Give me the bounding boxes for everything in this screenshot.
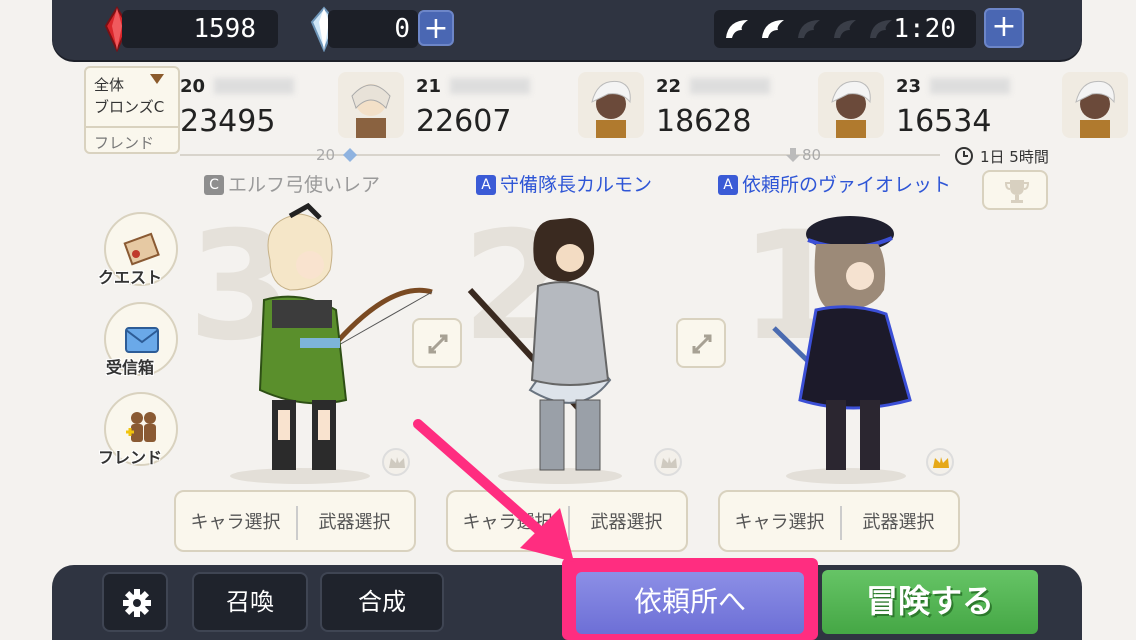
character-name-slot-2: A 守備隊長カルモン — [476, 170, 652, 197]
grade-badge: C — [204, 175, 224, 195]
gear-icon — [123, 589, 151, 617]
inbox-label: 受信箱 — [106, 358, 155, 377]
swap-arrows-icon — [428, 334, 448, 354]
rank-number: 20 — [180, 76, 206, 97]
grade-badge: A — [476, 175, 496, 195]
stage-right-label: 80 — [802, 146, 822, 164]
red-gem-counter: 1598 — [122, 10, 278, 48]
divider — [296, 506, 298, 540]
character-name: 守備隊長カルモン — [500, 174, 653, 196]
wing-stamina-icons — [726, 20, 892, 38]
ranking-entry[interactable]: 23 16534 — [896, 70, 1046, 144]
guild-button[interactable]: 依頼所へ — [576, 572, 804, 634]
dropdown-arrow-icon — [150, 74, 164, 84]
slot-1-select: キャラ選択 武器選択 — [718, 490, 960, 552]
character-guard-captain[interactable] — [460, 210, 660, 490]
character-name-slot-1: A 依頼所のヴァイオレット — [718, 170, 951, 197]
player-name-blurred — [214, 78, 294, 94]
ranking-league: ブロンズC — [94, 98, 165, 116]
crown-icon[interactable] — [382, 448, 410, 476]
player-portrait[interactable] — [338, 72, 404, 138]
ranking-entry[interactable]: 20 23495 — [180, 70, 330, 144]
chara-select-button[interactable]: キャラ選択 — [176, 508, 295, 534]
ranking-entry[interactable]: 22 18628 — [656, 70, 806, 144]
stamina-plus-button[interactable]: + — [984, 8, 1024, 48]
rank-number: 22 — [656, 76, 682, 97]
grade-badge: A — [718, 175, 738, 195]
ranking-scope: 全体 — [94, 76, 125, 94]
crystal-value: 0 — [394, 14, 410, 44]
swap-slot-2-1-button[interactable] — [676, 318, 726, 368]
player-portrait[interactable] — [818, 72, 884, 138]
stage-progress-line — [180, 154, 940, 156]
stamina-counter: 1:20 — [714, 10, 976, 48]
slot-2-select: キャラ選択 武器選択 — [446, 490, 688, 552]
summon-button[interactable]: 召喚 — [192, 572, 308, 632]
friend-label: フレンド — [98, 448, 163, 467]
divider — [568, 506, 570, 540]
crystal-plus-button[interactable]: + — [418, 10, 454, 46]
time-remaining: 1日 5時間 — [980, 148, 1049, 166]
player-name-blurred — [690, 78, 770, 94]
crystal-counter: 0 — [328, 10, 418, 48]
adventure-button[interactable]: 冒険する — [822, 570, 1038, 634]
player-name-blurred — [450, 78, 530, 94]
rank-score: 16534 — [896, 104, 992, 139]
ranking-friend-tab[interactable]: フレンド — [86, 126, 180, 154]
player-portrait[interactable] — [1062, 72, 1128, 138]
crown-icon[interactable] — [654, 448, 682, 476]
weapon-select-button[interactable]: 武器選択 — [839, 508, 958, 534]
red-gem-value: 1598 — [193, 14, 256, 44]
fusion-button[interactable]: 合成 — [320, 572, 444, 632]
settings-button[interactable] — [102, 572, 168, 632]
character-name: エルフ弓使いレア — [228, 174, 381, 196]
down-arrow-icon — [786, 148, 800, 162]
swap-arrows-icon — [692, 334, 712, 354]
trophy-icon — [1004, 180, 1030, 203]
player-name-blurred — [930, 78, 1010, 94]
character-violet[interactable] — [760, 210, 940, 490]
character-name-slot-3: C エルフ弓使いレア — [204, 170, 380, 197]
character-name: 依頼所のヴァイオレット — [742, 174, 952, 196]
swap-slot-3-2-button[interactable] — [412, 318, 462, 368]
quest-label: クエスト — [98, 268, 163, 287]
stage-marker-icon — [343, 148, 357, 162]
clock-icon — [955, 147, 973, 165]
divider — [840, 506, 842, 540]
rank-score: 23495 — [180, 104, 276, 139]
rank-number: 23 — [896, 76, 922, 97]
stamina-timer: 1:20 — [893, 14, 956, 44]
rank-number: 21 — [416, 76, 442, 97]
rank-score: 22607 — [416, 104, 512, 139]
chara-select-button[interactable]: キャラ選択 — [720, 508, 839, 534]
trophy-button[interactable] — [982, 170, 1048, 210]
crown-icon-gold[interactable] — [926, 448, 954, 476]
slot-3-select: キャラ選択 武器選択 — [174, 490, 416, 552]
weapon-select-button[interactable]: 武器選択 — [567, 508, 686, 534]
stage-left-label: 20 — [316, 146, 336, 164]
rank-score: 18628 — [656, 104, 752, 139]
ranking-filter-tab[interactable]: 全体 ブロンズC フレンド — [84, 66, 180, 154]
player-portrait[interactable] — [578, 72, 644, 138]
chara-select-button[interactable]: キャラ選択 — [448, 508, 567, 534]
weapon-select-button[interactable]: 武器選択 — [295, 508, 414, 534]
ranking-entry[interactable]: 21 22607 — [416, 70, 566, 144]
